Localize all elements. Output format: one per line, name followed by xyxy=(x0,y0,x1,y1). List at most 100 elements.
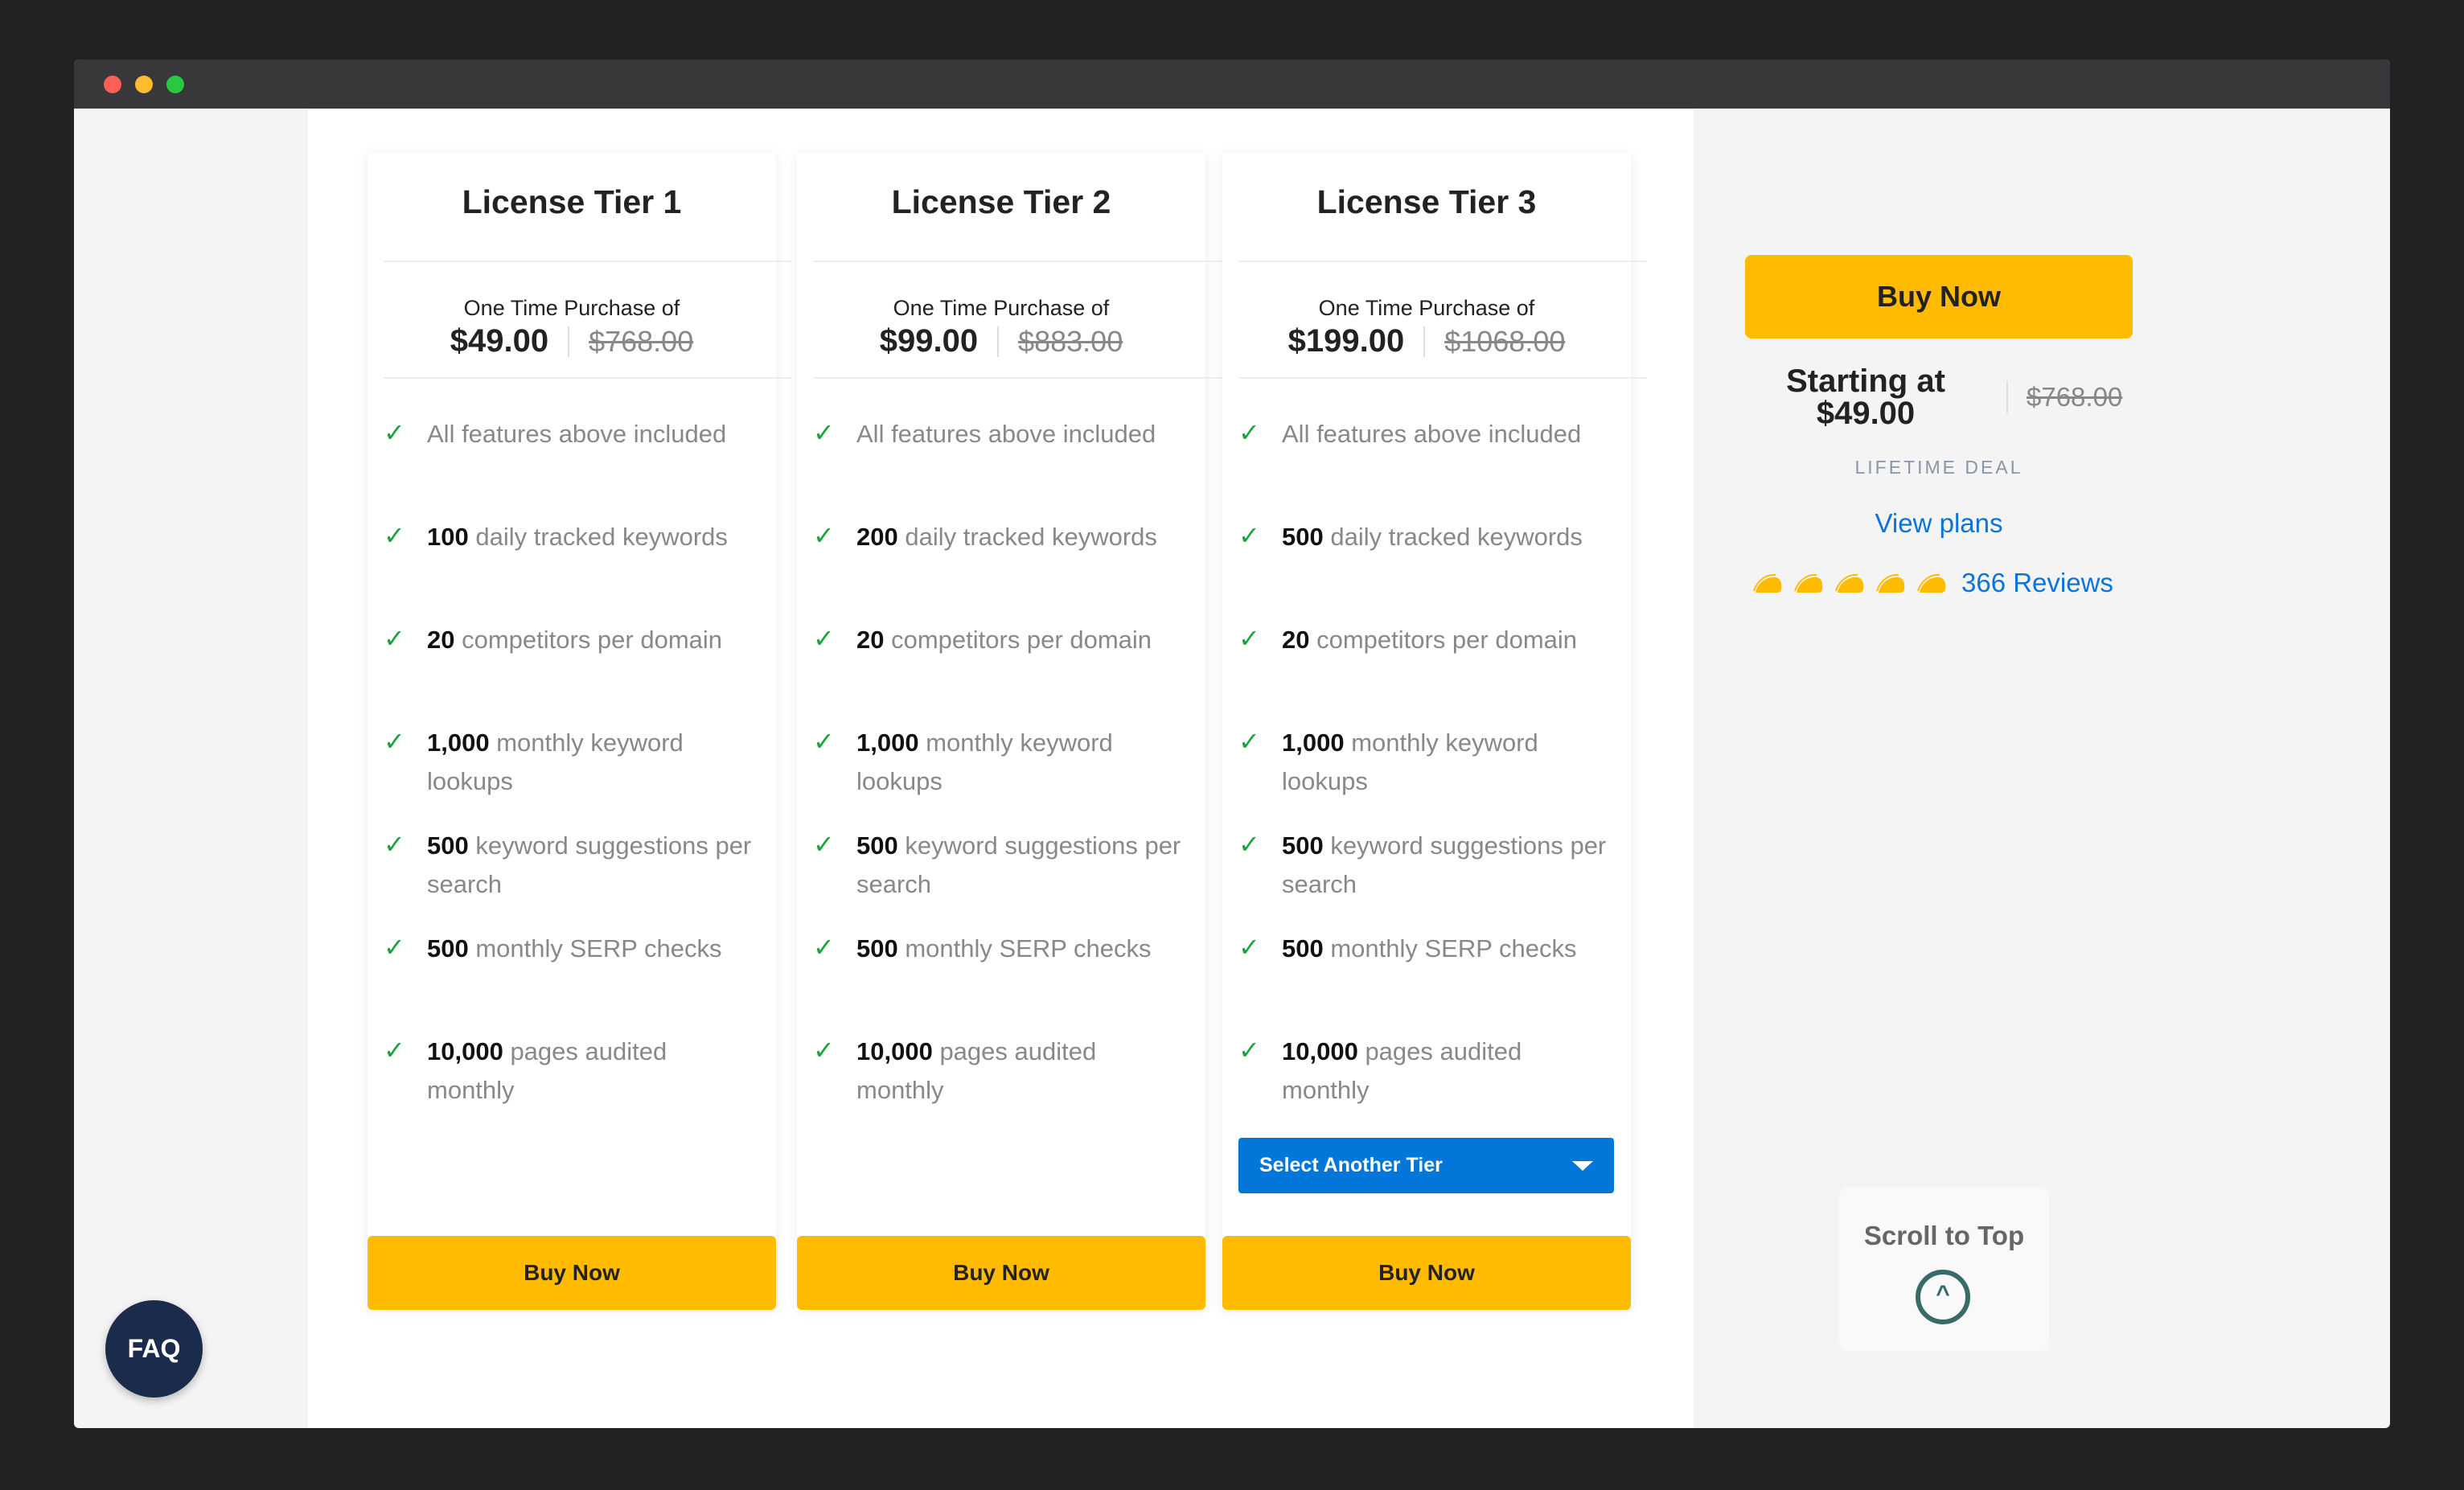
feature-text: competitors per domain xyxy=(884,626,1152,654)
price-divider xyxy=(2006,381,2008,413)
check-icon: ✓ xyxy=(813,933,835,962)
taco-icon xyxy=(1917,573,1946,593)
feature-item: ✓ 20 competitors per domain xyxy=(813,621,1183,659)
check-icon: ✓ xyxy=(384,1036,405,1065)
price-divider xyxy=(1423,326,1426,357)
tier-price: $99.00 xyxy=(879,323,979,359)
feature-item: ✓ 20 competitors per domain xyxy=(384,621,754,659)
purchase-label: One Time Purchase of xyxy=(463,296,680,320)
price-row: $99.00 $883.00 xyxy=(797,323,1205,359)
feature-value: 100 xyxy=(427,523,469,551)
check-icon: ✓ xyxy=(813,624,835,653)
chevron-down-icon xyxy=(1572,1160,1593,1171)
feature-value: 500 xyxy=(1282,831,1324,860)
tier-card: License Tier 1 One Time Purchase of $49.… xyxy=(368,153,792,1310)
tier-price: $199.00 xyxy=(1287,323,1405,359)
chevron-up-circle-icon: ^ xyxy=(1916,1270,1970,1324)
feature-text: monthly SERP checks xyxy=(1323,934,1577,963)
feature-item: ✓ 500 keyword suggestions per search xyxy=(1238,827,1608,904)
starting-price: Starting at $49.00 xyxy=(1763,365,1969,429)
feature-item: ✓ 10,000 pages audited monthly xyxy=(1238,1032,1608,1110)
check-icon: ✓ xyxy=(1238,1036,1260,1065)
feature-item: ✓ 20 competitors per domain xyxy=(1238,621,1608,659)
feature-value: 500 xyxy=(856,831,898,860)
check-icon: ✓ xyxy=(1238,933,1260,962)
tier-price: $49.00 xyxy=(450,323,549,359)
feature-text: daily tracked keywords xyxy=(1323,523,1583,551)
feature-value: 500 xyxy=(856,934,898,963)
feature-value: 10,000 xyxy=(856,1037,933,1065)
feature-value: 20 xyxy=(427,626,455,654)
check-icon: ✓ xyxy=(384,830,405,859)
feature-text: daily tracked keywords xyxy=(468,523,728,551)
faq-button[interactable]: FAQ xyxy=(105,1300,203,1398)
feature-item: ✓ 500 monthly SERP checks xyxy=(813,930,1183,968)
tier-old-price: $883.00 xyxy=(1018,324,1123,358)
feature-item: ✓ 500 daily tracked keywords xyxy=(1238,518,1608,556)
rating[interactable]: 366 Reviews xyxy=(1753,568,2113,598)
feature-item: ✓ All features above included xyxy=(1238,415,1608,454)
lifetime-deal-label: LIFETIME DEAL xyxy=(1854,457,2023,478)
minimize-window-button[interactable] xyxy=(135,76,153,93)
sidebar-buy-now-button[interactable]: Buy Now xyxy=(1745,255,2133,339)
divider xyxy=(1238,261,1647,262)
tier-title: License Tier 1 xyxy=(462,183,682,220)
browser-window: License Tier 1 One Time Purchase of $49.… xyxy=(74,60,2390,1428)
feature-item: ✓ 500 monthly SERP checks xyxy=(1238,930,1608,968)
feature-text: monthly SERP checks xyxy=(897,934,1152,963)
price-divider xyxy=(997,326,1000,357)
divider xyxy=(384,377,792,379)
divider xyxy=(384,261,792,262)
check-icon: ✓ xyxy=(384,521,405,550)
feature-item: ✓ 200 daily tracked keywords xyxy=(813,518,1183,556)
tier-old-price: $1068.00 xyxy=(1444,324,1566,358)
feature-item: ✓ 10,000 pages audited monthly xyxy=(384,1032,754,1110)
select-another-tier-dropdown[interactable]: Select Another Tier xyxy=(1238,1138,1614,1193)
taco-icon xyxy=(1794,573,1823,593)
scroll-to-top-button[interactable]: Scroll to Top ^ xyxy=(1839,1187,2049,1351)
check-icon: ✓ xyxy=(813,521,835,550)
reviews-link[interactable]: 366 Reviews xyxy=(1961,568,2113,598)
check-icon: ✓ xyxy=(1238,521,1260,550)
divider xyxy=(813,377,1222,379)
close-window-button[interactable] xyxy=(104,76,121,93)
check-icon: ✓ xyxy=(384,624,405,653)
feature-value: 20 xyxy=(1282,626,1310,654)
price-divider xyxy=(568,326,570,357)
taco-icon xyxy=(1876,573,1905,593)
feature-text: All features above included xyxy=(856,420,1156,448)
feature-value: 10,000 xyxy=(427,1037,503,1065)
maximize-window-button[interactable] xyxy=(166,76,184,93)
buy-now-button[interactable]: Buy Now xyxy=(368,1236,776,1310)
feature-text: daily tracked keywords xyxy=(897,523,1157,551)
tier-card: License Tier 3 One Time Purchase of $199… xyxy=(1222,153,1647,1310)
feature-value: 1,000 xyxy=(427,729,490,757)
check-icon: ✓ xyxy=(384,727,405,756)
feature-text: keyword suggestions per search xyxy=(427,831,752,898)
title-bar xyxy=(74,60,2390,109)
tier-title: License Tier 3 xyxy=(1316,183,1537,220)
check-icon: ✓ xyxy=(813,418,835,447)
feature-item: ✓ 1,000 monthly keyword lookups xyxy=(384,724,754,801)
feature-value: 1,000 xyxy=(856,729,919,757)
sidebar-old-price: $768.00 xyxy=(2027,382,2123,412)
price-row: $49.00 $768.00 xyxy=(368,323,776,359)
price-row: $199.00 $1068.00 xyxy=(1222,323,1631,359)
check-icon: ✓ xyxy=(1238,624,1260,653)
feature-value: 500 xyxy=(1282,523,1324,551)
starting-price-value: $49.00 xyxy=(1816,396,1916,431)
purchase-label: One Time Purchase of xyxy=(1318,296,1535,320)
view-plans-link[interactable]: View plans xyxy=(1745,508,2133,539)
feature-item: ✓ All features above included xyxy=(813,415,1183,454)
feature-item: ✓ 1,000 monthly keyword lookups xyxy=(1238,724,1608,801)
buy-now-button[interactable]: Buy Now xyxy=(1222,1236,1631,1310)
divider xyxy=(813,261,1222,262)
buy-now-button[interactable]: Buy Now xyxy=(797,1236,1205,1310)
check-icon: ✓ xyxy=(1238,418,1260,447)
check-icon: ✓ xyxy=(1238,727,1260,756)
feature-text: monthly SERP checks xyxy=(468,934,722,963)
check-icon: ✓ xyxy=(813,830,835,859)
check-icon: ✓ xyxy=(1238,830,1260,859)
feature-value: 500 xyxy=(1282,934,1324,963)
feature-text: keyword suggestions per search xyxy=(856,831,1181,898)
